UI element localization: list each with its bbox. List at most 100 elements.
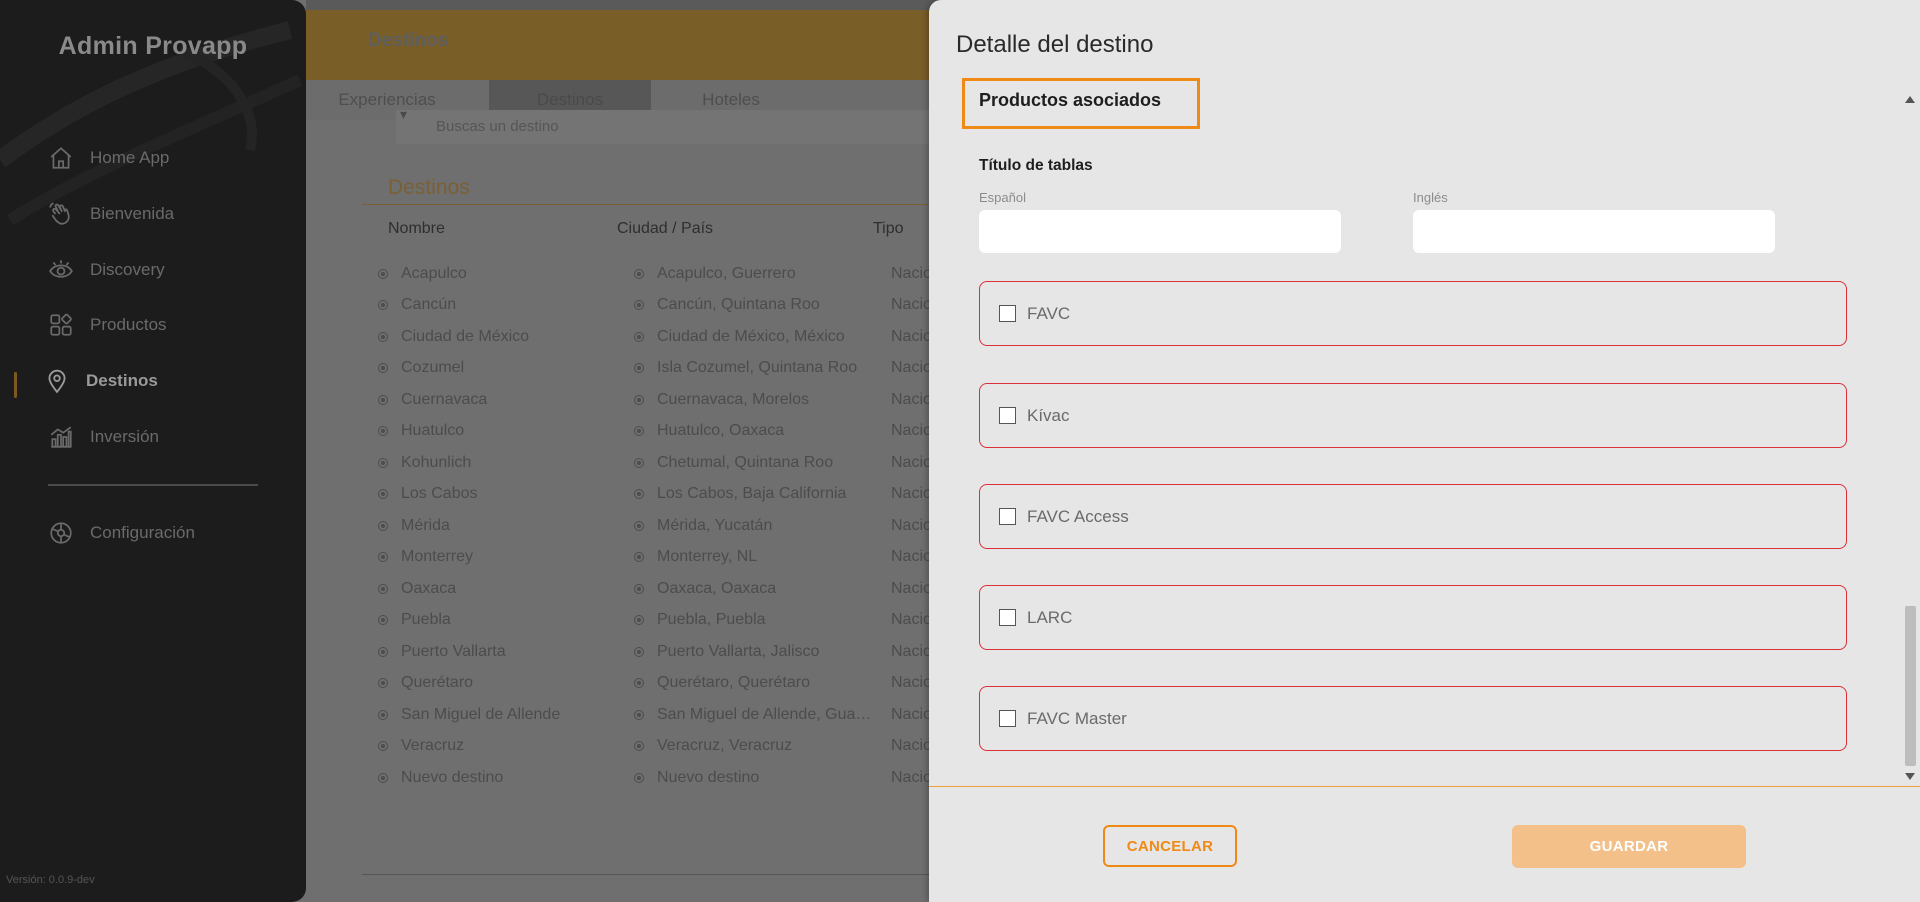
save-button[interactable]: GUARDAR: [1512, 825, 1746, 868]
table-row[interactable]: Nacio: [891, 290, 929, 322]
table-row[interactable]: Nacio: [891, 479, 929, 511]
search-bar[interactable]: Buscas un destino: [396, 110, 936, 144]
sidebar-item-productos[interactable]: Productos: [48, 309, 167, 341]
scroll-down-arrow-icon[interactable]: [1905, 773, 1915, 780]
bullet-icon: [634, 741, 644, 752]
table-row[interactable]: Cozumel: [378, 353, 608, 385]
product-checkbox[interactable]: [999, 407, 1016, 424]
table-row[interactable]: Puerto Vallarta: [378, 636, 608, 668]
bullet-icon: [634, 489, 644, 500]
table-row[interactable]: Mérida: [378, 510, 608, 542]
bullet-icon: [378, 363, 388, 374]
table-row[interactable]: Nuevo destino: [378, 762, 608, 794]
product-option-kivac[interactable]: Kívac: [979, 383, 1847, 448]
product-option-larc[interactable]: LARC: [979, 585, 1847, 650]
product-option-favc[interactable]: FAVC: [979, 281, 1847, 346]
destination-name-cell: Veracruz: [401, 737, 465, 755]
table-row[interactable]: Ciudad de México: [378, 321, 608, 353]
table-row[interactable]: Mérida, Yucatán: [634, 510, 874, 542]
table-row[interactable]: Puerto Vallarta, Jalisco: [634, 636, 874, 668]
sidebar-item-bienvenida[interactable]: Bienvenida: [48, 198, 174, 230]
destination-type-cell: Nacio: [891, 642, 929, 660]
table-row[interactable]: Nacio: [891, 447, 929, 479]
product-checkbox[interactable]: [999, 508, 1016, 525]
destination-type-cell: Nacio: [891, 611, 929, 629]
table-row[interactable]: Nacio: [891, 668, 929, 700]
table-row[interactable]: Cancún, Quintana Roo: [634, 290, 874, 322]
table-row[interactable]: Veracruz, Veracruz: [634, 731, 874, 763]
bullet-icon: [634, 772, 644, 783]
destinations-name-list: Acapulco Cancún Ciudad de México Cozumel Cue…: [378, 258, 608, 794]
table-row[interactable]: Acapulco: [378, 258, 608, 290]
table-row[interactable]: Nacio: [891, 699, 929, 731]
destination-city-cell: Ciudad de México, México: [657, 327, 845, 345]
bullet-icon: [634, 520, 644, 531]
table-row[interactable]: Isla Cozumel, Quintana Roo: [634, 353, 874, 385]
table-row[interactable]: Puebla: [378, 605, 608, 637]
destination-name-cell: Acapulco: [401, 264, 467, 282]
table-row[interactable]: Monterrey: [378, 542, 608, 574]
table-row[interactable]: Nacio: [891, 384, 929, 416]
table-row[interactable]: Nacio: [891, 762, 929, 794]
table-row[interactable]: Cuernavaca: [378, 384, 608, 416]
panel-scrollbar[interactable]: [1900, 88, 1920, 786]
cancel-button[interactable]: CANCELAR: [1103, 825, 1237, 867]
table-row[interactable]: Puebla, Puebla: [634, 605, 874, 637]
table-row[interactable]: Chetumal, Quintana Roo: [634, 447, 874, 479]
table-row[interactable]: Acapulco, Guerrero: [634, 258, 874, 290]
table-row[interactable]: Los Cabos, Baja California: [634, 479, 874, 511]
table-row[interactable]: Ciudad de México, México: [634, 321, 874, 353]
table-row[interactable]: Monterrey, NL: [634, 542, 874, 574]
table-row[interactable]: Nacio: [891, 510, 929, 542]
table-row[interactable]: San Miguel de Allende: [378, 699, 608, 731]
sidebar-item-configuracion[interactable]: Configuración: [48, 517, 195, 549]
table-row[interactable]: Cancún: [378, 290, 608, 322]
sidebar-item-destinos[interactable]: Destinos: [44, 365, 158, 397]
bullet-icon: [378, 741, 388, 752]
sidebar-item-inversion[interactable]: Inversión: [48, 421, 159, 453]
scroll-up-arrow-icon[interactable]: [1905, 96, 1915, 103]
table-row[interactable]: Querétaro, Querétaro: [634, 668, 874, 700]
table-row[interactable]: Veracruz: [378, 731, 608, 763]
scrollbar-thumb[interactable]: [1905, 606, 1916, 766]
spanish-field-label: Español: [979, 190, 1026, 205]
table-row[interactable]: Nacio: [891, 416, 929, 448]
table-row[interactable]: Nacio: [891, 542, 929, 574]
table-row[interactable]: Oaxaca: [378, 573, 608, 605]
destination-type-cell: Nacio: [891, 296, 929, 314]
product-checkbox[interactable]: [999, 609, 1016, 626]
product-checkbox[interactable]: [999, 305, 1016, 322]
product-checkbox[interactable]: [999, 710, 1016, 727]
spanish-title-input[interactable]: [979, 210, 1341, 253]
table-row[interactable]: Kohunlich: [378, 447, 608, 479]
sidebar-item-discovery[interactable]: Discovery: [48, 254, 165, 286]
sidebar-item-label: Bienvenida: [90, 204, 175, 223]
bar-chart-icon: [50, 426, 72, 448]
product-option-favc-master[interactable]: FAVC Master: [979, 686, 1847, 751]
destination-city-cell: Querétaro, Querétaro: [657, 674, 810, 692]
search-input[interactable]: Buscas un destino: [436, 118, 559, 135]
table-row[interactable]: Nacio: [891, 321, 929, 353]
table-row[interactable]: Huatulco: [378, 416, 608, 448]
table-row[interactable]: Nacio: [891, 636, 929, 668]
sidebar-item-home-app[interactable]: Home App: [48, 142, 169, 174]
table-row[interactable]: Nacio: [891, 731, 929, 763]
table-row[interactable]: Nacio: [891, 605, 929, 637]
product-option-favc-access[interactable]: FAVC Access: [979, 484, 1847, 549]
grid-icon: [50, 313, 72, 336]
destination-name-cell: Oaxaca: [401, 579, 457, 597]
table-row[interactable]: Huatulco, Oaxaca: [634, 416, 874, 448]
table-row[interactable]: Nuevo destino: [634, 762, 874, 794]
destination-name-cell: Cuernavaca: [401, 390, 488, 408]
destinations-city-list: Acapulco, Guerrero Cancún, Quintana Roo Ci…: [634, 258, 874, 794]
table-row[interactable]: Querétaro: [378, 668, 608, 700]
table-row[interactable]: Nacio: [891, 573, 929, 605]
table-row[interactable]: Los Cabos: [378, 479, 608, 511]
table-row[interactable]: San Miguel de Allende, Gua…: [634, 699, 874, 731]
table-row[interactable]: Cuernavaca, Morelos: [634, 384, 874, 416]
english-title-input[interactable]: [1413, 210, 1775, 253]
table-row[interactable]: Oaxaca, Oaxaca: [634, 573, 874, 605]
destination-name-cell: Huatulco: [401, 422, 465, 440]
table-row[interactable]: Nacio: [891, 353, 929, 385]
table-row[interactable]: Nacio: [891, 258, 929, 290]
